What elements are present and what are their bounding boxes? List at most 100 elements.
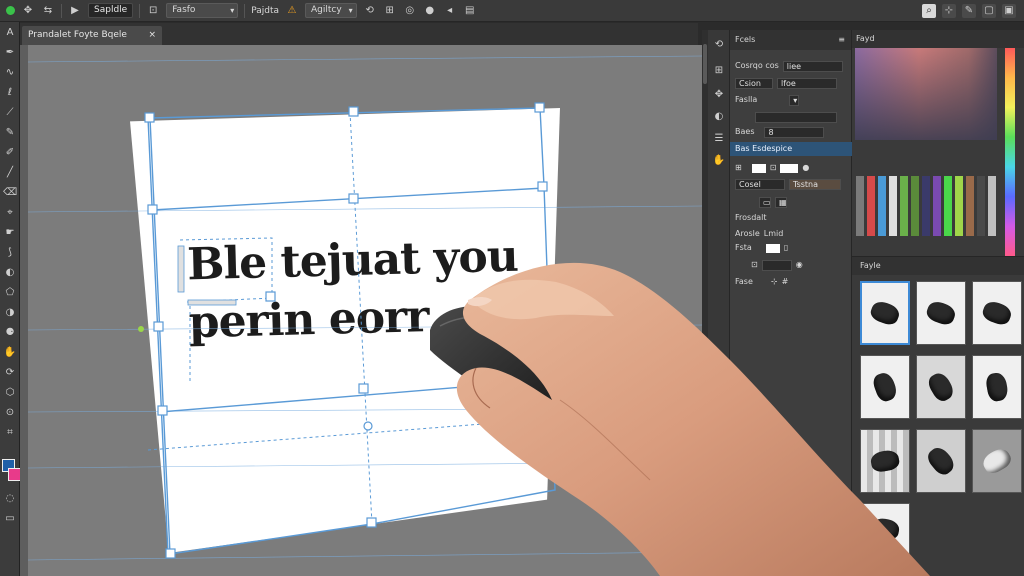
style-thumbnail[interactable]	[916, 355, 966, 419]
style-thumbnail[interactable]	[972, 281, 1022, 345]
char-field[interactable]: 8	[764, 126, 825, 138]
color-swatch[interactable]	[900, 176, 908, 236]
path-icon[interactable]: ⟋	[3, 106, 17, 120]
move-tool-icon[interactable]: ✥	[21, 4, 35, 18]
align-icon[interactable]: ▦	[775, 196, 787, 208]
arrow-icon[interactable]: ◂	[443, 4, 457, 18]
color-swatch[interactable]	[922, 176, 930, 236]
tile-icon[interactable]: ▤	[463, 4, 477, 18]
char-field[interactable]: lfoe	[777, 77, 837, 89]
color-chip[interactable]	[751, 163, 766, 173]
color-swatch[interactable]	[944, 176, 952, 236]
swatches-icon[interactable]: ◐	[712, 110, 726, 124]
gradient-icon[interactable]: ◐	[3, 266, 17, 280]
curve-tool-icon[interactable]: ∿	[3, 66, 17, 80]
window-icon[interactable]: ▢	[982, 3, 996, 18]
brush-icon[interactable]: ✎	[3, 126, 17, 140]
align-icon[interactable]: ▭	[759, 196, 771, 208]
menu-icon[interactable]: ≡	[838, 30, 845, 50]
eraser-icon[interactable]: ⌫	[3, 186, 17, 200]
window-control-icon[interactable]	[6, 6, 15, 15]
color-chip[interactable]	[780, 163, 799, 173]
hand-tool-icon[interactable]: ✋	[712, 154, 726, 168]
document-tab[interactable]: Prandalet Foyte Bqele ×	[22, 26, 162, 45]
color-swatch[interactable]	[966, 176, 974, 236]
lock-icon[interactable]: ▯	[784, 242, 788, 254]
link-icon[interactable]: ⊹	[771, 276, 778, 288]
color-swatch[interactable]	[878, 176, 886, 236]
text-tool-icon[interactable]: A	[3, 26, 17, 40]
brush-preset-icon[interactable]: ✎	[962, 3, 976, 18]
knife-icon[interactable]: ⟆	[3, 246, 17, 260]
grid-icon[interactable]: ⊞	[383, 4, 397, 18]
panel-icon[interactable]: ▣	[1002, 3, 1016, 18]
style-thumbnail[interactable]	[972, 429, 1022, 493]
preset-field[interactable]: Sapldle	[88, 3, 134, 18]
scrollbar-thumb[interactable]	[703, 44, 707, 84]
color-chip[interactable]	[765, 243, 780, 253]
hue-slider[interactable]	[1005, 48, 1015, 256]
style-thumbnail[interactable]	[916, 281, 966, 345]
layers-icon[interactable]: ☰	[712, 132, 726, 146]
pajdta-menu[interactable]: Pajdta	[251, 6, 279, 16]
color-swatch[interactable]	[977, 176, 985, 236]
text-line[interactable]: Ble tejuat you	[187, 228, 519, 295]
style-thumbnail[interactable]	[916, 429, 966, 493]
selected-section[interactable]: Bas Esdespice	[730, 142, 852, 156]
select-tool-icon[interactable]: ⬡	[3, 386, 17, 400]
pencil-icon[interactable]: ✐	[3, 146, 17, 160]
drop-icon[interactable]: ●	[802, 162, 809, 174]
hash-icon[interactable]: #	[782, 276, 789, 288]
color-swatch[interactable]	[911, 176, 919, 236]
style-thumbnail[interactable]	[860, 281, 910, 345]
grid-view-icon[interactable]: ⊹	[942, 3, 956, 18]
shape-tool-icon[interactable]: ⬠	[3, 286, 17, 300]
transform-icon[interactable]: ✥	[712, 88, 726, 102]
color-swatch[interactable]	[988, 176, 996, 236]
smudge-icon[interactable]: ☛	[3, 226, 17, 240]
style-thumbnail[interactable]	[860, 429, 910, 493]
fx-icon[interactable]: ◉	[796, 259, 803, 271]
swap-icon[interactable]: ⇆	[41, 4, 55, 18]
style-thumbnail[interactable]	[972, 355, 1022, 419]
transform-icon[interactable]: ⟲	[363, 4, 377, 18]
eyedropper-icon[interactable]: ⌖	[3, 206, 17, 220]
warning-icon[interactable]: ⚠	[285, 4, 299, 18]
close-icon[interactable]: ×	[148, 26, 156, 45]
crop-icon[interactable]: ⌗	[3, 426, 17, 440]
history-icon[interactable]: ⟲	[712, 38, 726, 52]
target-icon[interactable]: ◎	[403, 4, 417, 18]
color-swatch[interactable]	[867, 176, 875, 236]
play-icon[interactable]: ▶	[68, 4, 82, 18]
screen-mode-icon[interactable]: ▭	[3, 512, 17, 526]
quick-mask-icon[interactable]: ◌	[3, 492, 17, 506]
char-field[interactable]: ▾	[789, 94, 800, 106]
mode-select[interactable]: Agiltcy	[305, 3, 357, 18]
char-field[interactable]	[755, 111, 837, 123]
search-icon[interactable]: ⌕	[922, 3, 936, 18]
font-select[interactable]: Fasfo	[166, 3, 239, 18]
style-thumbnail[interactable]	[860, 503, 910, 555]
bold-icon[interactable]: ⊞	[735, 162, 742, 174]
style-thumbnail[interactable]	[860, 355, 910, 419]
color-swatch[interactable]	[889, 176, 897, 236]
color-swatch[interactable]	[933, 176, 941, 236]
drop-icon[interactable]: ●	[423, 4, 437, 18]
lasso-icon[interactable]: ℓ	[3, 86, 17, 100]
frame-icon[interactable]: ⊡	[146, 4, 160, 18]
hand-tool-icon[interactable]: ✋	[3, 346, 17, 360]
text-line[interactable]: perin eorr	[188, 286, 520, 353]
zoom-icon[interactable]: ⊙	[3, 406, 17, 420]
pen-tool-icon[interactable]: ✒	[3, 46, 17, 60]
layer-icon[interactable]: ⊡	[751, 259, 758, 271]
dodge-icon[interactable]: ◑	[3, 306, 17, 320]
rotate-icon[interactable]: ⟳	[3, 366, 17, 380]
canvas-text-layer[interactable]: Ble tejuat you perin eorr	[187, 228, 520, 353]
adjust-icon[interactable]: ⊞	[712, 64, 726, 78]
color-swatch[interactable]	[856, 176, 864, 236]
color-swatch[interactable]	[955, 176, 963, 236]
char-field[interactable]: liee	[782, 60, 843, 72]
color-field[interactable]	[855, 48, 997, 140]
line-tool-icon[interactable]: ╱	[3, 166, 17, 180]
burn-icon[interactable]: ⚈	[3, 326, 17, 340]
